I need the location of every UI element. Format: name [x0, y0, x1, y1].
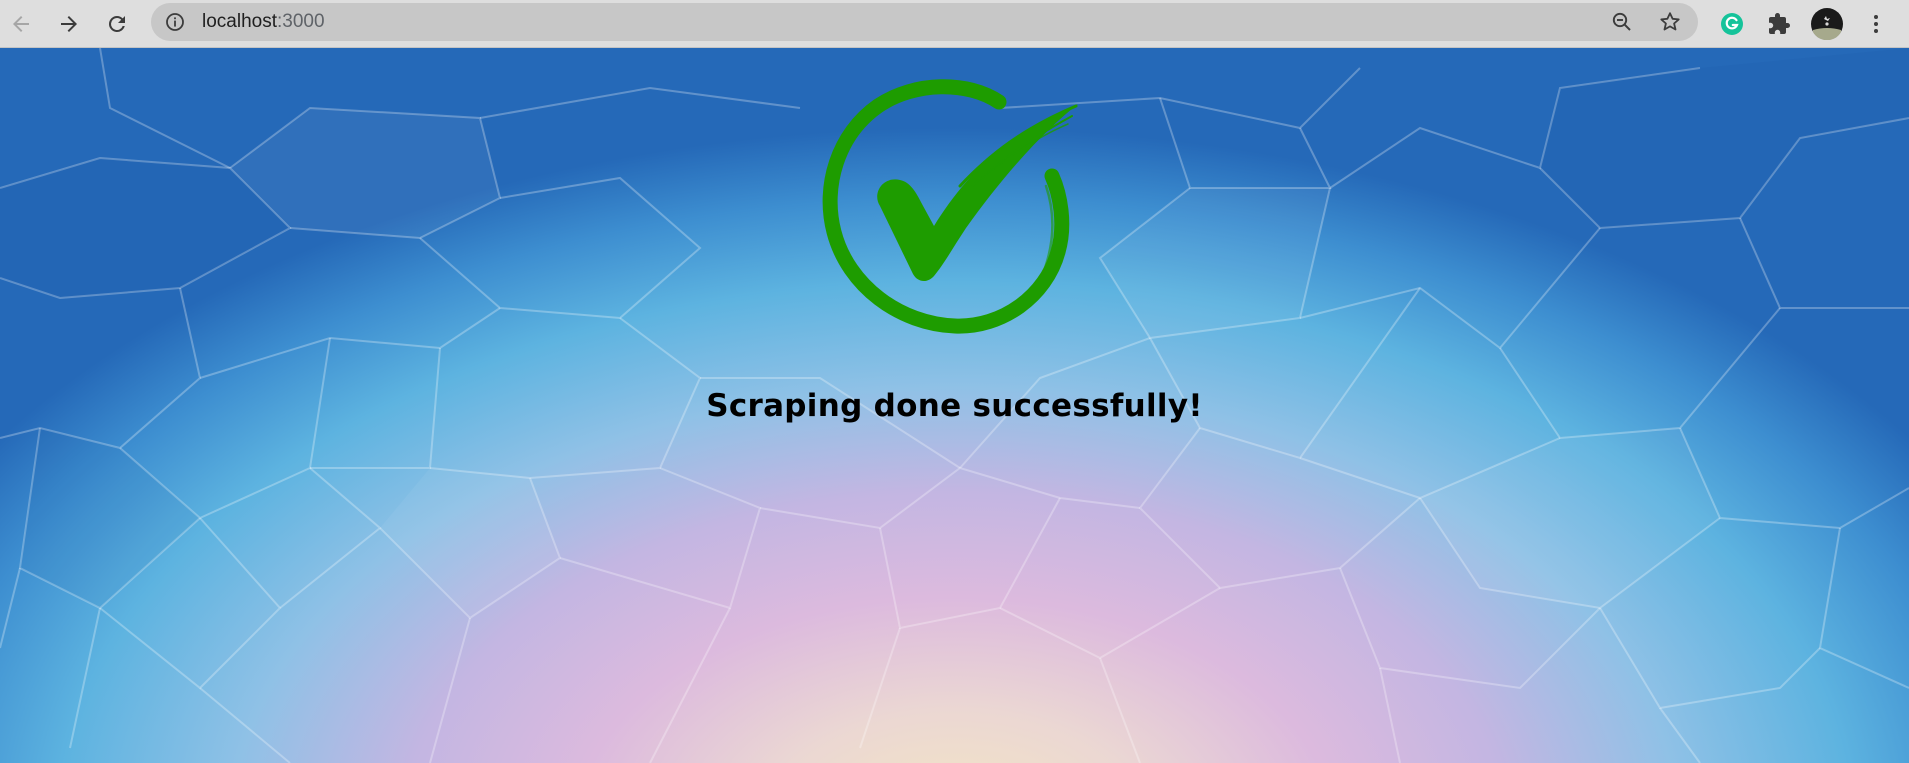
- url-host: localhost: [202, 11, 277, 32]
- address-bar[interactable]: localhost:3000: [151, 3, 1698, 41]
- url-text[interactable]: localhost:3000: [202, 3, 325, 41]
- success-message: Scraping done successfully!: [706, 388, 1203, 424]
- arrow-left-icon: [13, 16, 29, 32]
- star-icon[interactable]: [1658, 10, 1682, 34]
- reload-button[interactable]: [100, 7, 134, 41]
- url-port: :3000: [277, 11, 325, 32]
- avatar-icon: [1811, 8, 1843, 40]
- browser-menu-button[interactable]: [1859, 7, 1893, 41]
- zoom-out-icon[interactable]: [1610, 10, 1634, 34]
- grammarly-icon: [1721, 13, 1743, 35]
- browser-toolbar: localhost:3000: [0, 0, 1909, 48]
- check-circle-icon: [822, 79, 1078, 334]
- puzzle-piece-icon: [1769, 13, 1790, 34]
- kebab-menu-icon: [1874, 15, 1878, 33]
- info-circle-icon[interactable]: [165, 12, 185, 32]
- arrow-right-icon: [61, 16, 77, 32]
- profile-button[interactable]: [1810, 7, 1844, 41]
- extensions-button[interactable]: [1762, 7, 1796, 41]
- page-content: Scraping done successfully!: [0, 48, 1909, 763]
- forward-button[interactable]: [52, 7, 86, 41]
- reload-icon: [109, 15, 125, 32]
- back-button[interactable]: [4, 7, 38, 41]
- grammarly-extension-button[interactable]: [1715, 7, 1749, 41]
